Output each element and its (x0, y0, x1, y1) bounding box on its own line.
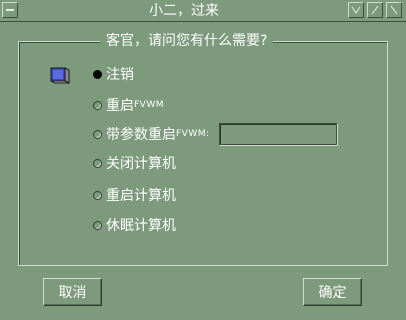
cancel-button[interactable]: 取消 (43, 278, 102, 306)
window-menu-icon[interactable] (2, 2, 18, 18)
title-bar[interactable]: 小二，过来 (0, 0, 406, 22)
minimize-glyph (351, 6, 361, 14)
minimize-icon[interactable] (348, 2, 364, 18)
radio-hibernate[interactable] (93, 220, 102, 230)
radio-shutdown[interactable] (93, 158, 102, 168)
option-reboot[interactable]: 重启计算机 (93, 185, 176, 205)
radio-restart-fvwm[interactable] (93, 100, 102, 110)
option-hibernate[interactable]: 休眠计算机 (93, 215, 176, 235)
window-menu-glyph (6, 9, 14, 11)
option-shutdown[interactable]: 关闭计算机 (93, 153, 176, 173)
option-logout-label: 注销 (106, 67, 134, 83)
close-glyph (390, 5, 398, 15)
option-restart-fvwm[interactable]: 重启 FVWM (93, 95, 164, 115)
window-title: 小二，过来 (149, 3, 219, 19)
option-restart-fvwm-suffix: FVWM (134, 100, 164, 110)
maximize-glyph (371, 5, 379, 15)
option-restart-with-params[interactable]: 带参数重启 FVWM: (93, 124, 210, 144)
options-groupbox (18, 41, 388, 266)
option-restart-fvwm-label: 重启 (106, 98, 134, 114)
maximize-icon[interactable] (367, 2, 383, 18)
radio-restart-with-params[interactable] (93, 129, 102, 139)
option-restart-with-params-suffix: FVWM: (176, 129, 210, 139)
ok-button[interactable]: 确定 (303, 278, 362, 306)
radio-logout[interactable] (93, 69, 102, 79)
option-logout[interactable]: 注销 (93, 64, 134, 84)
option-hibernate-label: 休眠计算机 (106, 218, 176, 234)
option-restart-with-params-label: 带参数重启 (106, 127, 176, 143)
option-shutdown-label: 关闭计算机 (106, 156, 176, 172)
params-input[interactable] (219, 123, 337, 145)
monitor-icon (50, 67, 70, 84)
dialog-question: 客官，请问您有什么需要? (100, 31, 274, 51)
option-reboot-label: 重启计算机 (106, 188, 176, 204)
close-icon[interactable] (386, 2, 402, 18)
radio-reboot[interactable] (93, 190, 102, 200)
